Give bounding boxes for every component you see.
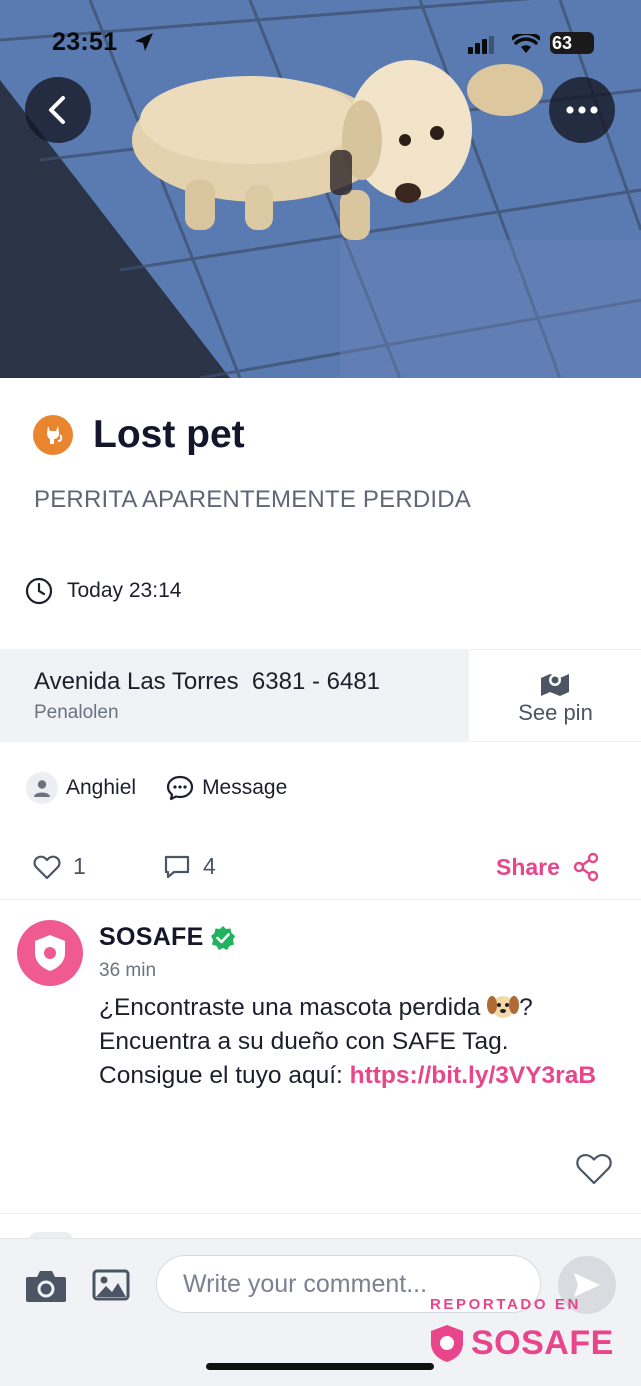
signal-icon: [468, 36, 494, 54]
sosafe-avatar[interactable]: [17, 920, 83, 986]
comment-text-before: ¿Encontraste una mascota perdida: [99, 994, 488, 1021]
address-street: Avenida Las Torres 6381 - 6481: [34, 668, 381, 695]
battery-level: 63: [552, 33, 573, 53]
comment-author-row: SOSAFE: [99, 923, 236, 952]
report-title: Lost pet: [93, 413, 245, 456]
more-dots-icon: [566, 106, 598, 114]
clock-icon: [25, 577, 53, 605]
author-avatar[interactable]: [26, 772, 58, 804]
chat-bubble-icon: [166, 775, 194, 801]
verified-badge-icon: [210, 925, 235, 950]
report-title-row: Lost pet: [33, 413, 245, 457]
author-name[interactable]: Anghiel: [66, 776, 136, 800]
comment-time: 36 min: [99, 960, 157, 981]
location-arrow-icon: [135, 33, 153, 51]
status-bar: 23:51 63: [0, 0, 641, 86]
user-icon: [34, 780, 50, 797]
cat-icon: [33, 415, 73, 455]
like-button[interactable]: 1: [33, 853, 86, 880]
battery-icon: 63: [550, 32, 594, 54]
back-button[interactable]: [25, 77, 91, 143]
actions-bar: 1 4 Share: [0, 844, 641, 900]
report-time: Today 23:14: [67, 579, 182, 602]
comment-heart-icon[interactable]: [575, 1152, 613, 1186]
send-icon: [574, 1273, 600, 1297]
wifi-icon: [512, 34, 540, 53]
like-count: 1: [73, 853, 86, 879]
dog-face-emoji: [487, 996, 520, 1018]
sosafe-shield-icon: [35, 935, 65, 971]
see-pin-button[interactable]: See pin: [470, 649, 641, 742]
comment-count: 4: [203, 853, 216, 879]
report-time-row: Today 23:14: [25, 577, 181, 605]
map-pin-icon: [541, 674, 569, 696]
watermark-caption: REPORTADO EN: [430, 1296, 581, 1313]
report-description: PERRITA APARENTEMENTE PERDIDA: [34, 486, 471, 513]
comment-icon: [164, 855, 190, 878]
share-button[interactable]: Share: [496, 852, 600, 882]
see-pin-label: See pin: [518, 700, 593, 725]
heart-icon: [33, 855, 61, 879]
share-icon: [573, 852, 599, 882]
chevron-left-icon: [49, 96, 65, 124]
watermark-logo: SOSAFE: [428, 1323, 614, 1363]
watermark-brand: SOSAFE: [471, 1323, 614, 1362]
share-label: Share: [496, 853, 560, 880]
comment-item: SOSAFE 36 min ¿Encontraste una mascota p…: [0, 901, 641, 1214]
comments-button[interactable]: 4: [163, 853, 216, 880]
message-button[interactable]: Message: [166, 774, 287, 802]
more-options-button[interactable]: [549, 77, 615, 143]
message-label: Message: [202, 776, 288, 799]
comment-composer: REPORTADO EN SOSAFE: [0, 1238, 641, 1386]
author-row: Anghiel Message: [26, 772, 287, 804]
comment-author[interactable]: SOSAFE: [99, 923, 204, 952]
sosafe-logo-icon: [431, 1325, 463, 1362]
home-indicator: [206, 1363, 434, 1370]
comment-text: ¿Encontraste una mascota perdida ? Encue…: [99, 991, 609, 1093]
status-time: 23:51: [52, 28, 118, 56]
image-gallery-icon[interactable]: [92, 1269, 130, 1301]
report-photo[interactable]: 23:51 63: [0, 0, 641, 378]
address-area: Penalolen: [34, 702, 119, 723]
comment-link[interactable]: https://bit.ly/3VY3raB: [350, 1062, 596, 1089]
camera-icon[interactable]: [24, 1268, 68, 1304]
